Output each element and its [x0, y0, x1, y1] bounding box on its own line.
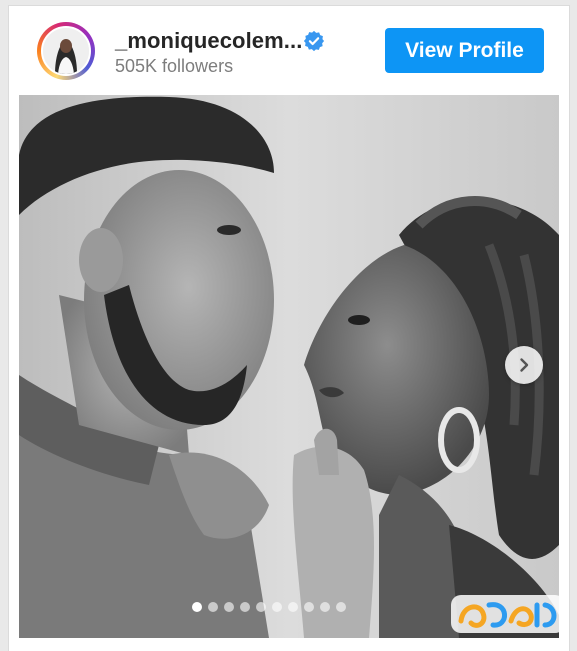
carousel-dot [192, 602, 202, 612]
avatar[interactable] [41, 26, 91, 76]
avatar-portrait-icon [43, 28, 89, 74]
carousel-dot [224, 602, 234, 612]
site-watermark-logo [451, 595, 565, 633]
carousel-dot [208, 602, 218, 612]
instagram-embed-card: _moniquecolem... 505K followers View Pro… [8, 5, 570, 651]
follower-count: 505K followers [115, 56, 234, 76]
carousel-dot [272, 602, 282, 612]
post-photo[interactable] [19, 95, 559, 638]
carousel-dot [240, 602, 250, 612]
verified-badge-icon [303, 30, 325, 52]
carousel-dot [320, 602, 330, 612]
post-header: _moniquecolem... 505K followers View Pro… [9, 6, 569, 96]
carousel-next-button[interactable] [505, 346, 543, 384]
chevron-right-icon [520, 358, 529, 372]
couple-portrait-image [19, 95, 559, 638]
carousel-dot [304, 602, 314, 612]
carousel-dot [288, 602, 298, 612]
carousel-dot [256, 602, 266, 612]
profile-username[interactable]: _moniquecolem... [115, 28, 302, 54]
avatar-story-ring[interactable] [37, 22, 95, 80]
view-profile-button[interactable]: View Profile [385, 28, 544, 73]
carousel-dot [336, 602, 346, 612]
